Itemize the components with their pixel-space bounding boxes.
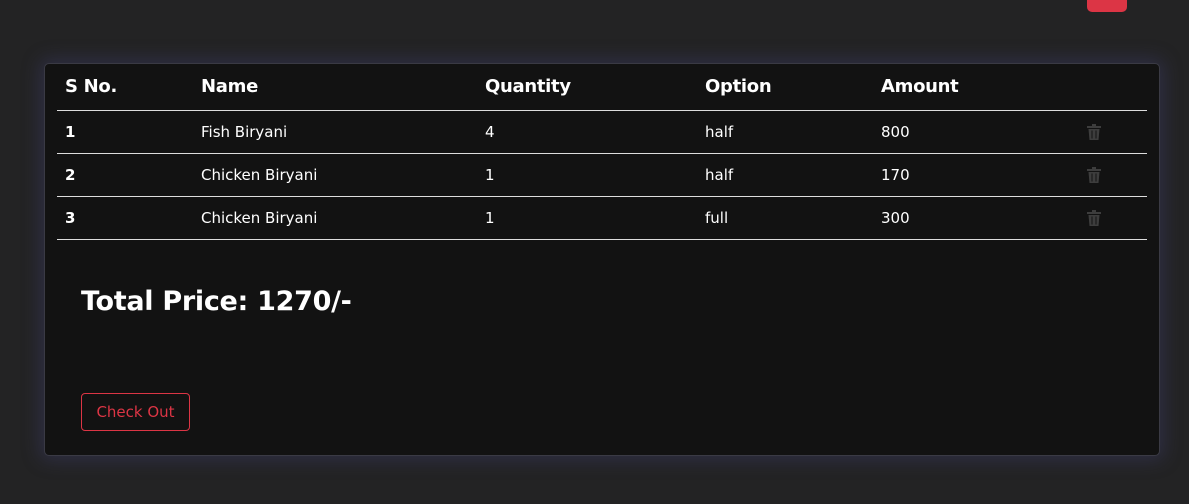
cart-card: S No. Name Quantity Option Amount 1 Fish… <box>44 63 1160 456</box>
trash-icon[interactable] <box>1087 124 1101 140</box>
table-row: 3 Chicken Biryani 1 full 300 <box>57 196 1147 240</box>
trash-icon[interactable] <box>1087 210 1101 226</box>
cell-amount: 800 <box>873 110 1079 154</box>
cart-table: S No. Name Quantity Option Amount 1 Fish… <box>57 64 1147 240</box>
column-header-option: Option <box>697 64 873 111</box>
cell-option: half <box>697 153 873 197</box>
checkout-button[interactable]: Check Out <box>81 393 190 431</box>
cell-sno: 3 <box>57 196 193 240</box>
cell-name: Chicken Biryani <box>193 196 477 240</box>
cell-action <box>1079 153 1147 197</box>
column-header-sno: S No. <box>57 64 193 111</box>
table-row: 2 Chicken Biryani 1 half 170 <box>57 153 1147 197</box>
table-row: 1 Fish Biryani 4 half 800 <box>57 110 1147 154</box>
trash-icon[interactable] <box>1087 167 1101 183</box>
cell-option: full <box>697 196 873 240</box>
cell-sno: 1 <box>57 110 193 154</box>
column-header-quantity: Quantity <box>477 64 697 111</box>
cell-quantity: 4 <box>477 110 697 154</box>
total-price: Total Price: 1270/- <box>81 286 352 317</box>
column-header-name: Name <box>193 64 477 111</box>
cell-option: half <box>697 110 873 154</box>
top-action-button[interactable] <box>1087 0 1127 12</box>
cell-sno: 2 <box>57 153 193 197</box>
cell-amount: 170 <box>873 153 1079 197</box>
cell-amount: 300 <box>873 196 1079 240</box>
column-header-action <box>1079 64 1147 111</box>
cell-name: Fish Biryani <box>193 110 477 154</box>
cell-name: Chicken Biryani <box>193 153 477 197</box>
column-header-amount: Amount <box>873 64 1079 111</box>
cell-quantity: 1 <box>477 153 697 197</box>
cell-action <box>1079 110 1147 154</box>
cell-quantity: 1 <box>477 196 697 240</box>
cell-action <box>1079 196 1147 240</box>
table-header-row: S No. Name Quantity Option Amount <box>57 64 1147 111</box>
